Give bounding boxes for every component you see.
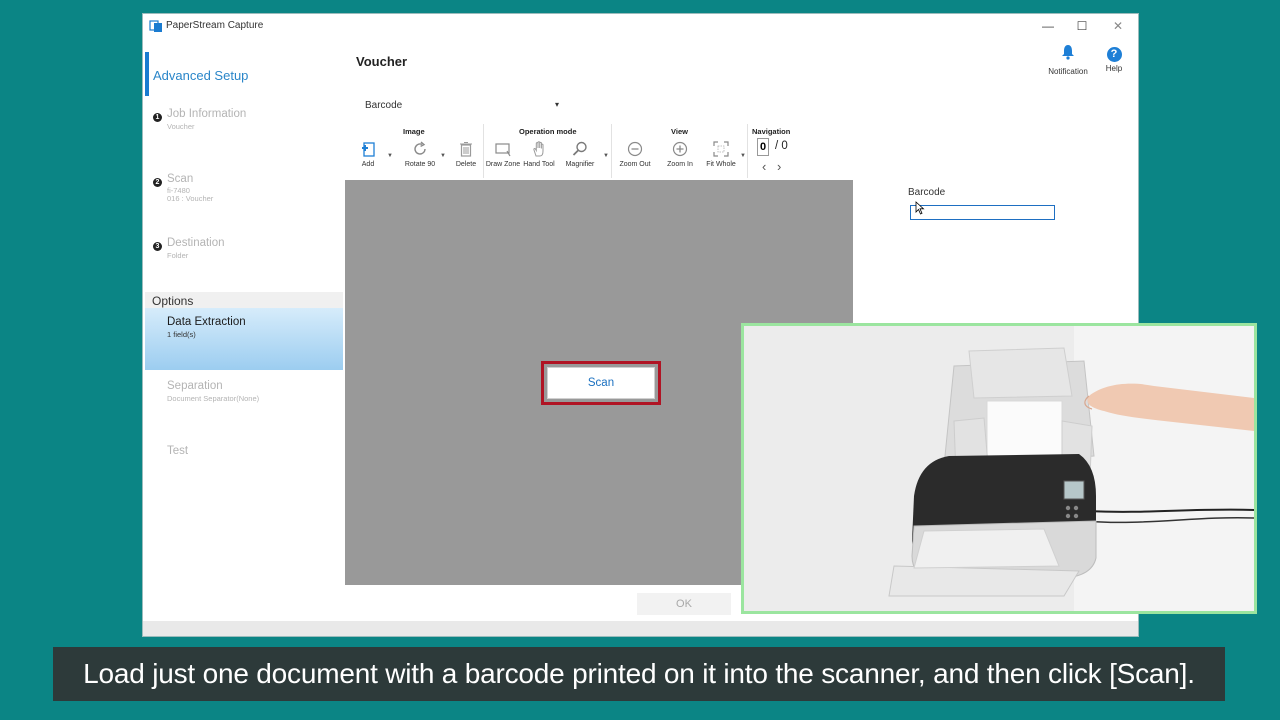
add-button[interactable]: Add <box>357 140 379 168</box>
mouse-cursor-icon <box>915 201 925 215</box>
zoom-out-label: Zoom Out <box>619 161 651 168</box>
fit-whole-icon <box>713 141 729 157</box>
step-subtitle: 016 : Voucher <box>167 194 214 203</box>
toolbar-separator <box>483 124 484 178</box>
draw-zone-button[interactable]: Draw Zone <box>485 140 521 168</box>
option-subtitle: 1 field(s) <box>167 330 196 339</box>
step-title: Destination <box>167 237 225 249</box>
help-button[interactable]: ? Help <box>1101 44 1127 73</box>
close-button[interactable]: ✕ <box>1103 17 1133 35</box>
add-dropdown-arrow-icon[interactable]: ▼ <box>387 153 393 159</box>
delete-button[interactable]: Delete <box>454 140 478 168</box>
instruction-subtitle: Load just one document with a barcode pr… <box>53 647 1225 701</box>
magnifier-label: Magnifier <box>565 161 595 168</box>
scanner-illustration <box>744 326 1254 611</box>
step-number-icon: 1 <box>153 113 162 122</box>
step-subtitle: Folder <box>167 251 189 260</box>
bell-icon <box>1062 45 1074 60</box>
notification-label: Notification <box>1048 67 1088 76</box>
option-title: Test <box>167 445 189 457</box>
zoom-in-label: Zoom In <box>667 161 693 168</box>
step-subtitle: Voucher <box>167 122 195 131</box>
zoom-out-button[interactable]: Zoom Out <box>617 140 653 168</box>
toolbar-group-operation-label: Operation mode <box>519 127 577 136</box>
sidebar-title[interactable]: Advanced Setup <box>153 68 248 83</box>
scan-button-highlight: Scan <box>541 361 661 405</box>
rotate-label: Rotate 90 <box>404 161 436 168</box>
next-page-icon[interactable]: › <box>777 159 781 174</box>
hand-icon <box>533 141 544 157</box>
help-icon: ? <box>1106 47 1122 62</box>
hand-tool-button[interactable]: Hand Tool <box>522 140 556 168</box>
status-strip <box>143 621 1138 636</box>
notification-button[interactable]: Notification <box>1045 44 1091 76</box>
chevron-down-icon: ▾ <box>554 100 559 109</box>
window-title: PaperStream Capture <box>166 20 264 31</box>
draw-zone-icon <box>495 143 511 157</box>
rotate-90-button[interactable]: Rotate 90 <box>403 140 437 168</box>
trash-icon <box>460 142 472 157</box>
fit-whole-button[interactable]: Fit Whole <box>704 140 738 168</box>
toolbar-separator <box>747 124 748 178</box>
step-title: Job Information <box>167 108 247 120</box>
add-page-icon <box>362 142 375 157</box>
step-number-icon: 3 <box>153 242 162 251</box>
toolbar-separator <box>611 124 612 178</box>
sidebar: Advanced Setup 1 Job Information Voucher… <box>143 38 343 622</box>
active-section-accent <box>145 52 149 96</box>
page-number-input[interactable]: 0 <box>757 138 769 156</box>
page-title: Voucher <box>356 54 408 69</box>
maximize-button[interactable]: ☐ <box>1067 17 1097 35</box>
page-total: / 0 <box>775 140 788 152</box>
zoom-in-icon <box>672 141 688 157</box>
field-select-value: Barcode <box>365 100 403 111</box>
rotate-dropdown-arrow-icon[interactable]: ▼ <box>440 153 446 159</box>
sidebar-option-test[interactable]: Test <box>143 445 343 463</box>
option-title: Data Extraction <box>167 316 246 328</box>
sidebar-option-separation[interactable]: Separation Document Separator(None) <box>143 380 343 410</box>
magnifier-button[interactable]: Magnifier <box>563 140 597 168</box>
step-title: Scan <box>167 173 194 185</box>
toolbar-group-image-label: Image <box>403 127 425 136</box>
rotate-icon <box>414 141 426 155</box>
title-bar: PaperStream Capture — ☐ ✕ <box>143 14 1138 38</box>
previous-page-icon[interactable]: ‹ <box>762 159 766 174</box>
hand-tool-label: Hand Tool <box>523 161 555 168</box>
option-title: Separation <box>167 380 223 392</box>
scanner-video-overlay <box>741 323 1257 614</box>
delete-label: Delete <box>455 161 477 168</box>
magnifier-dropdown-arrow-icon[interactable]: ▼ <box>603 153 609 159</box>
magnifier-icon <box>572 141 587 156</box>
minimize-button[interactable]: — <box>1033 17 1063 35</box>
option-subtitle: Document Separator(None) <box>167 394 260 403</box>
fit-whole-label: Fit Whole <box>706 161 736 168</box>
scan-button[interactable]: Scan <box>547 367 655 399</box>
step-number-icon: 2 <box>153 178 162 187</box>
field-select-dropdown[interactable]: Barcode ▾ <box>365 100 561 114</box>
barcode-field-input[interactable] <box>910 205 1055 220</box>
toolbar-group-navigation-label: Navigation <box>752 127 791 136</box>
sidebar-option-data-extraction[interactable]: Data Extraction 1 field(s) <box>145 308 343 370</box>
barcode-field-label: Barcode <box>908 187 946 198</box>
app-icon <box>149 20 162 32</box>
add-label: Add <box>361 161 375 168</box>
zoom-out-icon <box>627 141 643 157</box>
ok-button[interactable]: OK <box>637 593 731 615</box>
toolbar-group-view-label: View <box>671 127 688 136</box>
view-dropdown-arrow-icon[interactable]: ▼ <box>740 153 746 159</box>
zoom-in-button[interactable]: Zoom In <box>665 140 695 168</box>
draw-zone-label: Draw Zone <box>485 161 521 168</box>
help-label: Help <box>1105 64 1123 73</box>
